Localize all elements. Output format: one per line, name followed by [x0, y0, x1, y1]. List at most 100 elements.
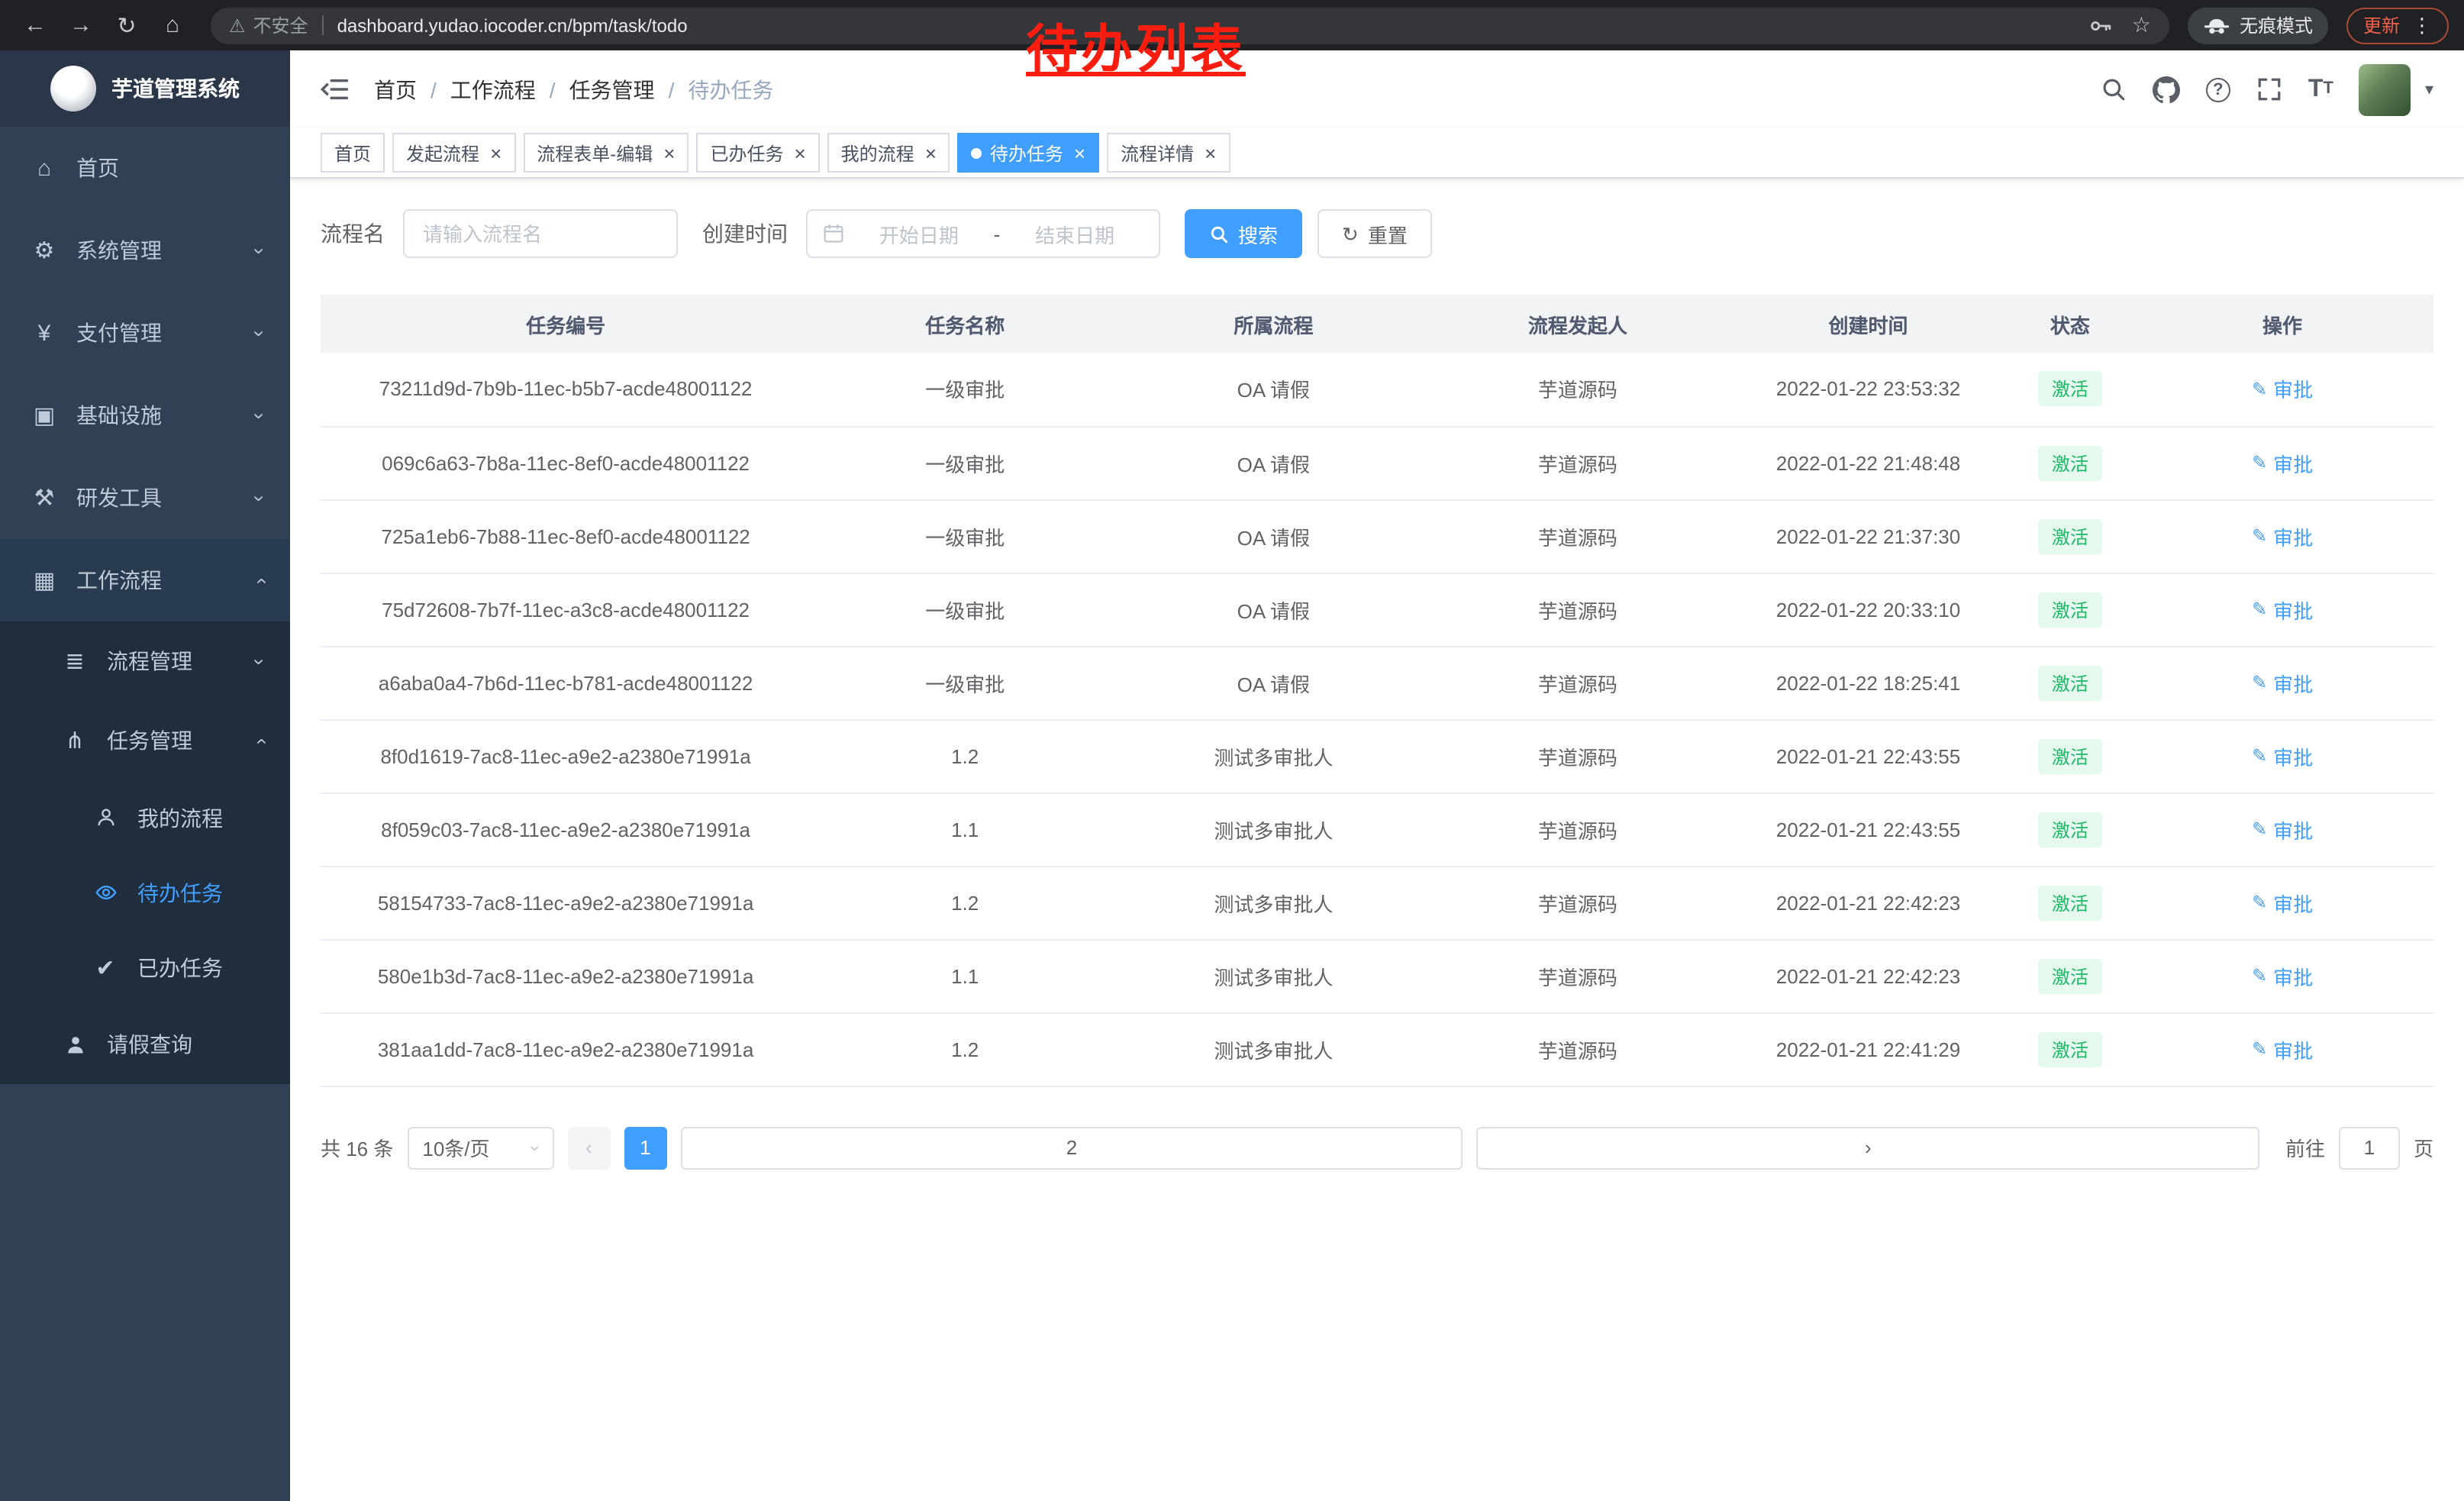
help-icon[interactable]: ? [2206, 77, 2230, 102]
edit-icon: ✎ [2252, 527, 2267, 545]
close-icon[interactable]: × [1074, 143, 1085, 163]
tab-home[interactable]: 首页 [321, 133, 385, 173]
cell-created: 2022-01-21 22:43:55 [1727, 792, 2008, 866]
app-logo-area: 芋道管理系统 [0, 50, 290, 127]
breadcrumb: 首页 工作流程 任务管理 待办任务 [374, 74, 773, 105]
status-badge: 激活 [2038, 738, 2102, 773]
tab-form-edit[interactable]: 流程表单-编辑 × [523, 133, 689, 173]
process-name-input[interactable] [403, 209, 678, 258]
search-button[interactable]: 搜索 [1185, 209, 1302, 258]
workflow-submenu: ≣ 流程管理 › ⋔ 任务管理 › 我的流程 [0, 621, 290, 1084]
table-row: 75d72608-7b7f-11ec-a3c8-acde48001122 一级审… [321, 573, 2433, 646]
font-size-icon[interactable]: TT [2308, 77, 2333, 102]
cell-task-id: 73211d9d-7b9b-11ec-b5b7-acde48001122 [321, 353, 811, 426]
sidebar-item-process-management[interactable]: ≣ 流程管理 › [0, 621, 290, 701]
table-row: 725a1eb6-7b88-11ec-8ef0-acde48001122 一级审… [321, 499, 2433, 573]
address-bar[interactable]: ⚠ 不安全 dashboard.yudao.iocoder.cn/bpm/tas… [211, 7, 2169, 44]
browser-menu-icon[interactable]: ⋮ [2412, 13, 2432, 37]
back-icon[interactable]: ← [15, 7, 55, 44]
approve-link[interactable]: ✎ 审批 [2252, 741, 2313, 770]
home-button-icon[interactable]: ⌂ [153, 7, 192, 44]
chevron-down-icon: › [248, 330, 271, 337]
sidebar-item-task-management[interactable]: ⋔ 任务管理 › [0, 701, 290, 780]
forward-icon[interactable]: → [61, 7, 101, 44]
tab-my-processes[interactable]: 我的流程 × [827, 133, 950, 173]
sidebar-item-leave-query[interactable]: 请假查询 [0, 1005, 290, 1084]
cell-initiator: 芋道源码 [1427, 573, 1727, 646]
page-size-select[interactable]: 10条/页 › [407, 1126, 553, 1169]
breadcrumb-item-home[interactable]: 首页 [374, 74, 417, 105]
page-button-2[interactable]: 2 [680, 1126, 1463, 1169]
cell-action: ✎ 审批 [2131, 719, 2433, 792]
tab-todo-tasks[interactable]: 待办任务 × [958, 133, 1099, 173]
sidebar-item-my-processes[interactable]: 我的流程 [0, 780, 290, 855]
goto-page-input[interactable] [2339, 1126, 2400, 1169]
incognito-badge: 无痕模式 [2188, 7, 2328, 44]
sidebar-item-done-tasks[interactable]: ✔ 已办任务 [0, 930, 290, 1005]
cell-status: 激活 [2009, 719, 2132, 792]
filter-bar: 流程名 创建时间 开始日期 - 结束日期 [321, 209, 2433, 258]
date-range-picker[interactable]: 开始日期 - 结束日期 [806, 209, 1160, 258]
cell-task-id: 58154733-7ac8-11ec-a9e2-a2380e71991a [321, 866, 811, 939]
cell-task-id: 725a1eb6-7b88-11ec-8ef0-acde48001122 [321, 499, 811, 573]
col-process: 所属流程 [1119, 295, 1427, 353]
approve-link[interactable]: ✎ 审批 [2252, 961, 2313, 990]
update-button[interactable]: 更新 ⋮ [2346, 7, 2449, 44]
collapse-sidebar-button[interactable] [321, 75, 350, 104]
close-icon[interactable]: × [663, 143, 675, 163]
sidebar-item-payment-management[interactable]: ¥ 支付管理 › [0, 292, 290, 374]
key-icon[interactable] [2089, 13, 2114, 37]
approve-link[interactable]: ✎ 审批 [2252, 1035, 2313, 1064]
status-badge: 激活 [2038, 592, 2102, 627]
user-avatar[interactable] [2359, 63, 2411, 115]
bookmark-star-icon[interactable]: ☆ [2132, 12, 2151, 38]
search-icon[interactable] [2101, 76, 2127, 102]
tab-done-tasks[interactable]: 已办任务 × [696, 133, 819, 173]
sidebar-item-workflow[interactable]: ▦ 工作流程 › [0, 539, 290, 621]
breadcrumb-item-task-management[interactable]: 任务管理 [569, 74, 655, 105]
cell-task-id: a6aba0a4-7b6d-11ec-b781-acde48001122 [321, 646, 811, 719]
close-icon[interactable]: × [925, 143, 937, 163]
fullscreen-icon[interactable] [2256, 76, 2282, 102]
reset-button[interactable]: ↻ 重置 [1317, 209, 1432, 258]
next-page-button[interactable]: › [1477, 1126, 2259, 1169]
person-icon [61, 1033, 89, 1056]
reload-icon[interactable]: ↻ [107, 7, 147, 44]
pagination: 共 16 条 10条/页 › ‹ 1 2 › 前往 页 [321, 1126, 2433, 1169]
avatar-caret-icon[interactable]: ▾ [2425, 79, 2433, 99]
close-icon[interactable]: × [794, 143, 805, 163]
prev-page-button[interactable]: ‹ [567, 1126, 610, 1169]
sidebar-item-todo-tasks[interactable]: 待办任务 [0, 855, 290, 930]
browser-chrome: ← → ↻ ⌂ ⚠ 不安全 dashboard.yudao.iocoder.cn… [0, 0, 2464, 50]
tab-process-detail[interactable]: 流程详情 × [1107, 133, 1230, 173]
sidebar-item-dev-tools[interactable]: ⚒ 研发工具 › [0, 457, 290, 539]
page-button-1[interactable]: 1 [624, 1126, 666, 1169]
approve-link[interactable]: ✎ 审批 [2252, 595, 2313, 624]
breadcrumb-item-workflow[interactable]: 工作流程 [450, 74, 536, 105]
cell-initiator: 芋道源码 [1427, 646, 1727, 719]
approve-link[interactable]: ✎ 审批 [2252, 521, 2313, 550]
tab-initiate-process[interactable]: 发起流程 × [392, 133, 515, 173]
warning-icon: ⚠ [229, 16, 246, 34]
cell-process: OA 请假 [1119, 646, 1427, 719]
cell-task-name: 一级审批 [811, 573, 1119, 646]
approve-link[interactable]: ✎ 审批 [2252, 448, 2313, 477]
screen: ← → ↻ ⌂ ⚠ 不安全 dashboard.yudao.iocoder.cn… [0, 0, 2464, 1501]
cell-status: 激活 [2009, 573, 2132, 646]
close-icon[interactable]: × [490, 143, 502, 163]
chevron-down-icon: › [524, 1144, 546, 1151]
sidebar-item-infrastructure[interactable]: ▣ 基础设施 › [0, 374, 290, 457]
table-row: 73211d9d-7b9b-11ec-b5b7-acde48001122 一级审… [321, 353, 2433, 426]
github-icon[interactable] [2153, 76, 2180, 103]
cell-task-name: 1.2 [811, 866, 1119, 939]
approve-link[interactable]: ✎ 审批 [2252, 815, 2313, 844]
approve-link[interactable]: ✎ 审批 [2252, 668, 2313, 697]
edit-icon: ✎ [2252, 893, 2267, 912]
approve-link[interactable]: ✎ 审批 [2252, 375, 2313, 404]
cell-status: 激活 [2009, 499, 2132, 573]
close-icon[interactable]: × [1205, 143, 1216, 163]
cell-action: ✎ 审批 [2131, 573, 2433, 646]
sidebar-item-home[interactable]: ⌂ 首页 [0, 127, 290, 209]
approve-link[interactable]: ✎ 审批 [2252, 888, 2313, 917]
sidebar-item-system-management[interactable]: ⚙ 系统管理 › [0, 209, 290, 292]
